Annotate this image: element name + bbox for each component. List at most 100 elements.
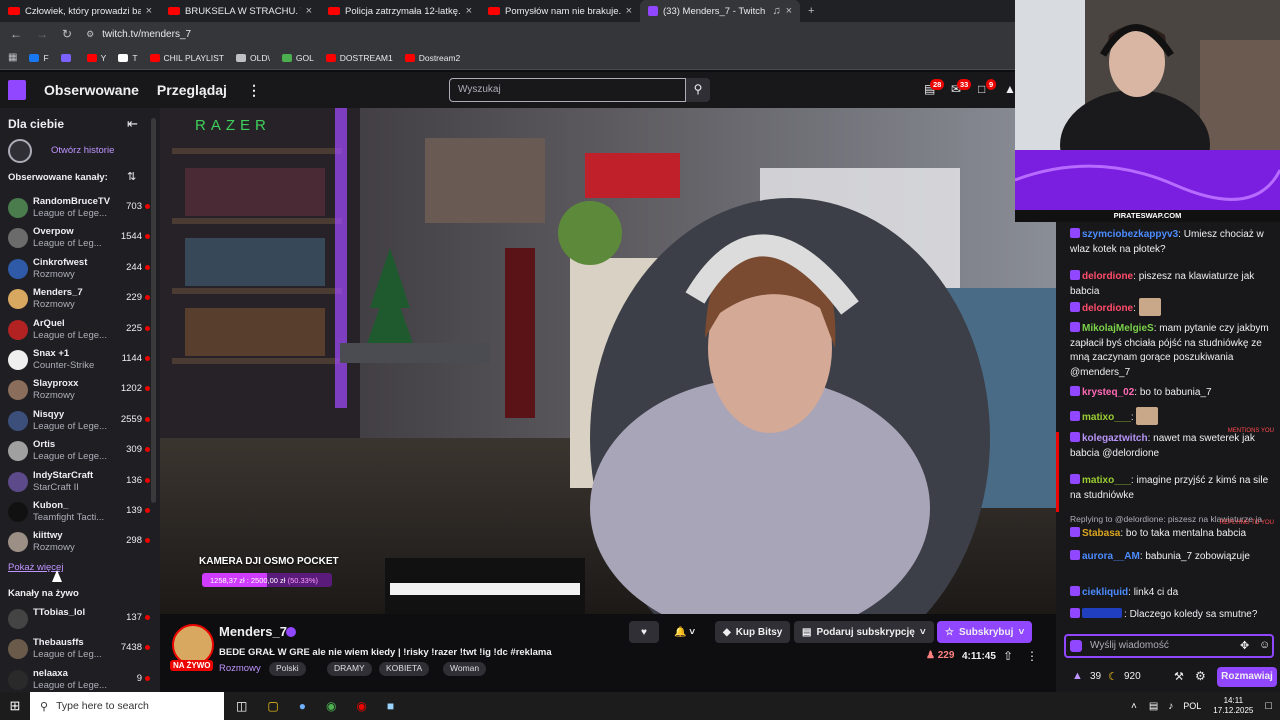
sidebar-channel-thebausffs[interactable]: Thebausffs League of Leg... 7438 <box>0 634 160 664</box>
stream-tag[interactable]: KOBIETA <box>379 662 430 676</box>
sidebar-channel-snax-1[interactable]: Snax +1 Counter-Strike 1144 <box>0 345 160 375</box>
app-icon[interactable]: ■ <box>387 699 394 713</box>
emote-icon[interactable]: ✥ <box>1240 639 1249 652</box>
sidebar-channel-overpow[interactable]: Overpow League of Leg... 1544 <box>0 223 160 253</box>
notification-center-icon[interactable]: □ <box>1265 700 1272 712</box>
apps-grid-icon[interactable]: ▦ <box>8 52 17 63</box>
sidebar-channel-kiittwy[interactable]: kiittwy Rozmowy 298 <box>0 527 160 557</box>
sidebar-channel-randombrucetv[interactable]: RandomBruceTV League of Lege... 703 <box>0 193 160 223</box>
reload-icon[interactable]: ↻ <box>62 27 72 41</box>
flask-icon[interactable]: ⚒ <box>1174 670 1184 683</box>
chat-username[interactable]: delordione <box>1082 271 1133 282</box>
whispers-icon[interactable]: □ <box>978 82 985 96</box>
avatar <box>8 380 28 401</box>
taskbar-search[interactable]: ⚲ Type here to search <box>30 692 224 720</box>
language-indicator[interactable]: POL <box>1183 701 1201 711</box>
sidebar-scrollbar[interactable] <box>151 118 156 503</box>
obs-app-icon[interactable]: ◉ <box>356 699 366 713</box>
browser-tab[interactable]: Pomysłów nam nie brakuje. Poł × <box>480 0 640 22</box>
chat-username[interactable]: matixo___ <box>1082 475 1131 486</box>
settings-gear-icon[interactable]: ⚙ <box>1195 669 1206 683</box>
chat-username[interactable]: matixo___ <box>1082 412 1131 423</box>
bookmark-item[interactable]: OLD\ <box>236 53 270 63</box>
more-menu-icon[interactable]: ⋮ <box>247 82 261 99</box>
close-tab-icon[interactable]: × <box>146 5 152 17</box>
video-player[interactable]: RAZER KAMERA DJI OSMO POCKET 1258,37 zł … <box>160 108 1056 614</box>
browser-tab[interactable]: Człowiek, który prowadzi bar m × <box>0 0 160 22</box>
chat-input[interactable]: Wyślij wiadomość ✥ ☺ <box>1064 634 1274 658</box>
sidebar-channel-ortis[interactable]: Ortis League of Lege... 309 <box>0 436 160 466</box>
share-icon[interactable]: ⇧ <box>1003 649 1013 663</box>
chat-username[interactable]: Stabasa <box>1082 528 1120 539</box>
search-input[interactable]: Wyszukaj <box>449 78 686 102</box>
emoji-icon[interactable]: ☺ <box>1259 639 1270 651</box>
chat-username[interactable]: kolegaztwitch <box>1082 433 1148 444</box>
nav-following[interactable]: Obserwowane <box>44 82 139 98</box>
follow-heart-button[interactable]: ♥ <box>629 621 659 643</box>
chat-username[interactable]: ciekliquid <box>1082 587 1128 598</box>
nav-browse[interactable]: Przeglądaj <box>157 82 227 98</box>
sidebar-channel-slayproxx[interactable]: Slayproxx Rozmowy 1202 <box>0 375 160 405</box>
forward-icon[interactable]: → <box>36 27 48 41</box>
bookmark-item[interactable]: T <box>118 53 138 63</box>
close-tab-icon[interactable]: × <box>466 5 472 17</box>
chrome-app-icon[interactable]: ◉ <box>326 699 336 713</box>
stream-tag[interactable]: Polski <box>269 662 306 676</box>
bookmark-item[interactable]: GOL <box>281 53 314 63</box>
network-icon[interactable]: ▤ <box>1149 701 1158 712</box>
tab-audio-icon[interactable]: ♫ <box>772 5 780 17</box>
stream-tag[interactable]: Woman <box>443 662 487 676</box>
send-chat-button[interactable]: Rozmawiaj <box>1217 667 1277 687</box>
chat-username[interactable]: krysteq_02 <box>1082 387 1134 398</box>
channel-name[interactable]: Menders_7 <box>219 624 287 639</box>
task-view-icon[interactable]: ◫ <box>236 699 247 713</box>
chat-username[interactable]: aurora__AM <box>1082 551 1140 562</box>
back-icon[interactable]: ← <box>10 27 22 41</box>
sidebar-channel-indystarcraft[interactable]: IndyStarCraft StarCraft II 136 <box>0 467 160 497</box>
bookmark-item[interactable]: Y <box>86 53 106 63</box>
buy-bits-button[interactable]: ◆ Kup Bitsy <box>715 621 791 643</box>
close-tab-icon[interactable]: × <box>626 5 632 17</box>
category-link[interactable]: Rozmowy <box>219 663 261 674</box>
channel-points-icon[interactable]: ▲ <box>1072 670 1083 682</box>
more-options-icon[interactable]: ⋮ <box>1026 649 1038 663</box>
windows-start-icon[interactable]: ⊞ <box>0 698 30 714</box>
clock[interactable]: 14:11 17.12.2025 <box>1213 696 1253 716</box>
browser-tab[interactable]: (33) Menders_7 - Twitch ♫ × <box>640 0 800 22</box>
bookmark-item[interactable]: F <box>29 53 49 63</box>
gift-sub-button[interactable]: ▤ Podaruj subskrypcję ˅ <box>794 621 934 643</box>
twitch-logo-icon[interactable] <box>8 80 26 100</box>
chat-username[interactable]: szymciobezkappyv3 <box>1082 229 1178 240</box>
sidebar-channel-arquel[interactable]: ArQuel League of Lege... 225 <box>0 315 160 345</box>
volume-icon[interactable]: ♪ <box>1168 701 1173 712</box>
new-tab-button[interactable]: + <box>808 5 814 17</box>
bookmark-item[interactable]: CHIL PLAYLIST <box>149 53 224 63</box>
bookmark-item[interactable]: DOSTREAM1 <box>325 53 393 63</box>
close-tab-icon[interactable]: × <box>306 5 312 17</box>
sidebar-channel-kubon-[interactable]: Kubon_ Teamfight Tacti... 139 <box>0 497 160 527</box>
search-icon[interactable]: ⚲ <box>686 78 710 102</box>
file-explorer-icon[interactable]: ▢ <box>267 699 278 713</box>
sidebar-channel-nisqyy[interactable]: Nisqyy League of Lege... 2559 <box>0 406 160 436</box>
close-tab-icon[interactable]: × <box>786 5 792 17</box>
sidebar-channel-nelaaxa[interactable]: nelaaxa League of Lege... 9 <box>0 665 160 692</box>
stream-tag[interactable]: DRAMY <box>327 662 372 676</box>
browser-tab[interactable]: BRUKSELA W STRACHU. WOJN × <box>160 0 320 22</box>
subscribe-button[interactable]: ☆ Subskrybuj ˅ <box>937 621 1033 643</box>
url-text[interactable]: twitch.tv/menders_7 <box>102 29 191 40</box>
collapse-sidebar-icon[interactable]: ⇤ <box>127 116 138 132</box>
history-link[interactable]: Otwórz historie <box>51 145 114 156</box>
bookmark-item[interactable]: Dostream2 <box>404 53 460 63</box>
sidebar-channel-ttobias-lol[interactable]: TTobias_lol 137 <box>0 604 160 634</box>
discord-app-icon[interactable]: ● <box>299 699 306 713</box>
sidebar-channel-menders-7[interactable]: Menders_7 Rozmowy 229 <box>0 284 160 314</box>
sort-icon[interactable]: ⇅ <box>127 170 136 183</box>
chat-username[interactable]: MikolajMelgieS <box>1082 323 1154 334</box>
notifications-bell-button[interactable]: 🔔 ˅ <box>666 621 703 643</box>
browser-tab[interactable]: Policja zatrzymała 12-latkę. Co × <box>320 0 480 22</box>
tray-chevron-icon[interactable]: ˄ <box>1131 701 1137 712</box>
bookmark-item[interactable] <box>60 53 75 63</box>
sidebar-channel-cinkrofwest[interactable]: Cinkrofwest Rozmowy 244 <box>0 254 160 284</box>
site-info-icon[interactable]: ⚙ <box>86 29 94 40</box>
chat-username[interactable]: delordione <box>1082 303 1133 314</box>
